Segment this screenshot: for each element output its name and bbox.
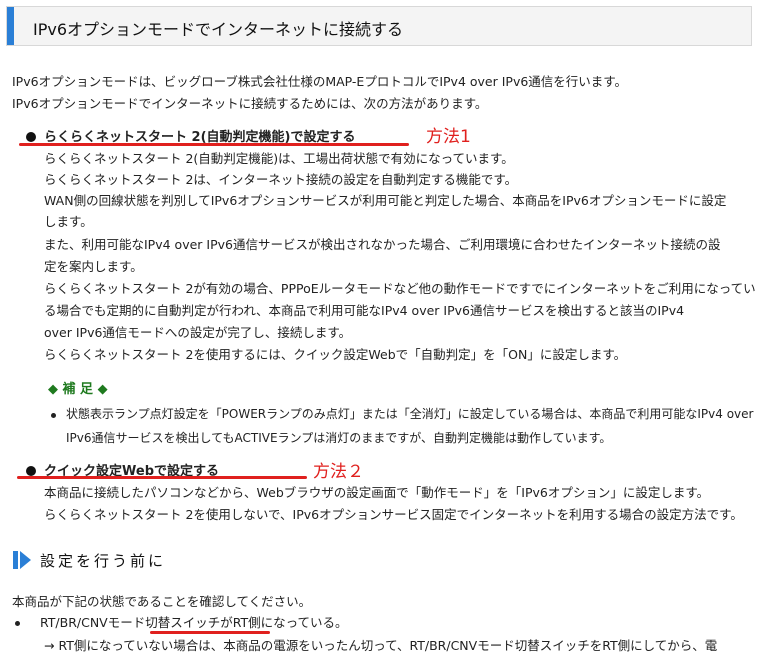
list-bullet-icon [51, 413, 56, 418]
method1-line: らくらくネットスタート 2(自動判定機能)は、工場出荷状態で有効になっています。 [44, 151, 514, 166]
method2-line: 本商品に接続したパソコンなどから、Webブラウザの設定画面で「動作モード」を「I… [44, 485, 710, 500]
section-heading: 設定を行う前に [40, 552, 167, 570]
method1-line: らくらくネットスタート 2が有効の場合、PPPoEルータモードなど他の動作モード… [44, 281, 756, 296]
note-heading: ◆ 補 足 ◆ [48, 382, 108, 397]
intro-line: IPv6オプションモードでインターネットに接続するためには、次の方法があります。 [12, 96, 488, 111]
red-underline-mark [19, 143, 409, 146]
note-line: 状態表示ランプ点灯設定を「POWERランプのみ点灯」または「全消灯」に設定してい… [66, 407, 754, 421]
method1-line: る場合でも定期的に自動判定が行われ、本商品で利用可能なIPv4 over IPv… [44, 303, 685, 318]
page-title-bar: IPv6オプションモードでインターネットに接続する [6, 6, 752, 46]
method1-line: らくらくネットスタート 2は、インターネット接続の設定を自動判定する機能です。 [44, 172, 518, 187]
method1-line: らくらくネットスタート 2を使用するには、クイック設定Webで「自動判定」を「O… [44, 347, 627, 362]
method1-line: over IPv6通信モードへの設定が完了し、接続します。 [44, 325, 352, 340]
red-underline-mark [17, 476, 307, 479]
method2-line: らくらくネットスタート 2を使用しないで、IPv6オプションサービス固定でインタ… [44, 507, 743, 522]
list-bullet-icon [15, 621, 20, 626]
bullet-dot-icon [26, 132, 36, 142]
page-title: IPv6オプションモードでインターネットに接続する [33, 20, 404, 39]
red-underline-mark [150, 631, 270, 634]
method2-annotation: 方法２ [313, 462, 364, 482]
note-line: IPv6通信サービスを検出してもACTIVEランプは消灯のままですが、自動判定機… [66, 431, 612, 445]
method1-annotation: 方法1 [426, 127, 471, 147]
section-arrow-icon [13, 551, 31, 569]
method1-line: また、利用可能なIPv4 over IPv6通信サービスが検出されなかった場合、… [44, 237, 721, 252]
method1-line: 定を案内します。 [44, 259, 143, 274]
title-accent-bar [7, 7, 14, 45]
before-item: RT/BR/CNVモード切替スイッチがRT側になっている。 [40, 615, 348, 630]
method1-line: WAN側の回線状態を判別してIPv6オプションサービスが利用可能と判定した場合、… [44, 193, 727, 208]
intro-line: IPv6オプションモードは、ビッグローブ株式会社仕様のMAP-EプロトコルでIP… [12, 74, 628, 89]
method1-line: します。 [44, 214, 93, 229]
before-sub: → RT側になっていない場合は、本商品の電源をいったん切って、RT/BR/CNV… [44, 638, 718, 653]
before-intro: 本商品が下記の状態であることを確認してください。 [12, 594, 312, 609]
bullet-dot-icon [26, 466, 36, 476]
